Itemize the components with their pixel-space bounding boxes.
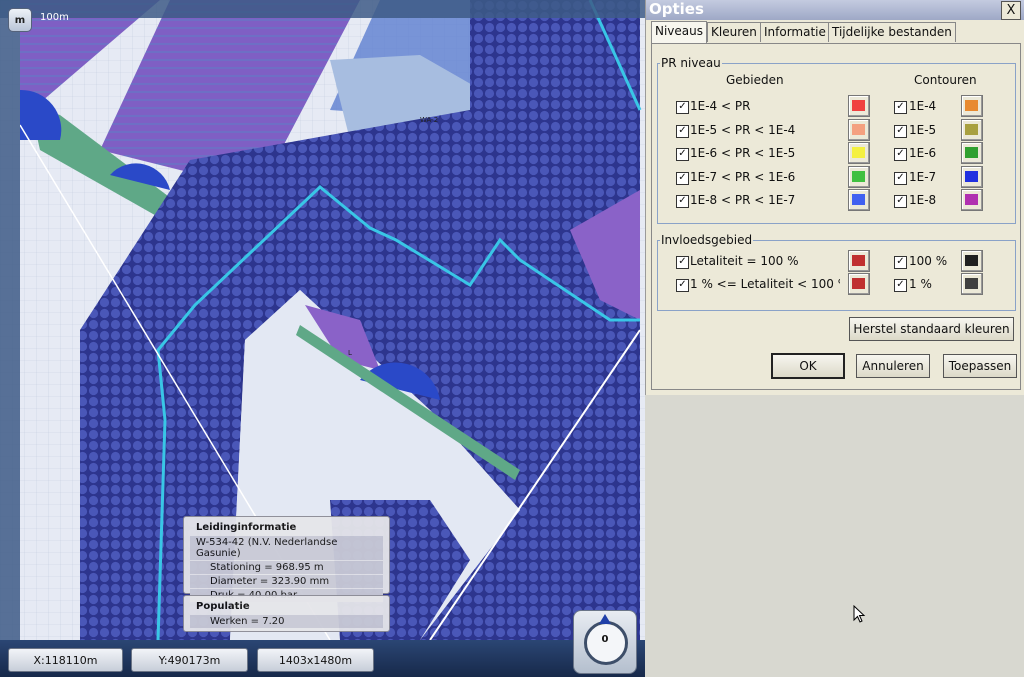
influence-area-group: Invloedsgebied	[657, 233, 1016, 311]
map-extent: 1403x1480m	[257, 648, 374, 672]
contour-checkbox[interactable]: ✓	[894, 124, 907, 138]
dialog-titlebar[interactable]: Opties X	[646, 0, 1024, 20]
area-checkbox[interactable]: ✓	[676, 256, 689, 269]
color-swatch	[965, 194, 978, 205]
pr-level-legend: PR niveau	[661, 56, 721, 70]
ok-button[interactable]: OK	[771, 353, 845, 379]
map-label: L	[348, 349, 352, 357]
pipeline-info-title: Leidinginformatie	[196, 522, 297, 533]
contour-color-button[interactable]	[961, 118, 983, 141]
pipeline-diameter: Diameter = 323.90 mm	[190, 575, 383, 588]
area-label: 1 % <= Letaliteit < 100 %	[690, 277, 840, 291]
area-color-button[interactable]	[848, 273, 870, 295]
color-swatch	[852, 123, 865, 135]
tab-informatie[interactable]: Informatie	[760, 22, 830, 42]
map-label: WA-2	[420, 116, 438, 124]
area-checkbox[interactable]: ✓	[676, 171, 689, 185]
contour-label: 1E-4	[909, 99, 937, 113]
color-swatch	[965, 170, 978, 182]
map-view[interactable]: WA-2 L m 100m Leidinginformatie W-534-42…	[0, 0, 645, 677]
mouse-cursor-icon	[853, 605, 866, 623]
tab-kleuren[interactable]: Kleuren	[707, 22, 761, 42]
color-swatch	[965, 100, 978, 111]
area-label: Letaliteit = 100 %	[690, 254, 799, 268]
contour-label: 1E-6	[909, 146, 937, 160]
pipeline-name: W-534-42 (N.V. Nederlandse Gasunie)	[190, 536, 383, 560]
top-ruler	[0, 0, 645, 18]
influence-area-legend: Invloedsgebied	[661, 233, 753, 247]
area-label: 1E-8 < PR < 1E-7	[690, 193, 796, 207]
contour-color-button[interactable]	[961, 250, 983, 272]
population-werken: Werken = 7.20	[190, 615, 383, 628]
color-swatch	[852, 147, 865, 158]
pipeline-info-panel: Leidinginformatie W-534-42 (N.V. Nederla…	[183, 516, 390, 602]
color-swatch	[852, 170, 865, 182]
area-label: 1E-7 < PR < 1E-6	[690, 169, 796, 184]
area-color-button[interactable]	[848, 95, 870, 117]
contour-checkbox[interactable]: ✓	[894, 171, 907, 185]
contour-checkbox[interactable]: ✓	[894, 256, 907, 269]
area-checkbox[interactable]: ✓	[676, 279, 689, 292]
area-checkbox[interactable]: ✓	[676, 195, 689, 208]
area-checkbox[interactable]: ✓	[676, 148, 689, 161]
area-label: 1E-6 < PR < 1E-5	[690, 146, 796, 160]
area-color-button[interactable]	[848, 250, 870, 272]
contours-header: Contouren	[914, 73, 977, 87]
color-swatch	[852, 194, 865, 205]
area-label: 1E-4 < PR	[690, 99, 751, 113]
color-swatch	[965, 147, 978, 158]
reset-colors-button[interactable]: Herstel standaard kleuren	[849, 317, 1014, 341]
contour-label: 1E-5	[909, 122, 937, 137]
area-label: 1E-5 < PR < 1E-4	[690, 122, 796, 137]
contour-label: 1E-7	[909, 169, 937, 184]
population-panel: Populatie Werken = 7.20	[183, 595, 390, 632]
area-color-button[interactable]	[848, 189, 870, 211]
color-swatch	[852, 100, 865, 111]
area-color-button[interactable]	[848, 165, 870, 188]
color-swatch	[965, 123, 978, 135]
pipeline-stationing: Stationing = 968.95 m	[190, 561, 383, 574]
contour-color-button[interactable]	[961, 273, 983, 295]
left-ruler	[0, 0, 20, 640]
contour-color-button[interactable]	[961, 95, 983, 117]
color-swatch	[965, 255, 978, 266]
tab-niveaus[interactable]: Niveaus	[651, 21, 708, 43]
contour-checkbox[interactable]: ✓	[894, 101, 907, 114]
y-coordinate: Y:490173m	[131, 648, 248, 672]
apply-button[interactable]: Toepassen	[943, 354, 1017, 378]
population-title: Populatie	[196, 601, 250, 612]
compass-value: 0	[601, 634, 609, 645]
north-arrow-icon	[599, 614, 611, 624]
options-dialog: Opties X Niveaus Kleuren Informatie Tijd…	[645, 0, 1024, 395]
tab-tijdelijke-bestanden[interactable]: Tijdelijke bestanden	[828, 22, 956, 42]
color-swatch	[852, 255, 865, 266]
contour-label: 100 %	[909, 254, 948, 268]
compass-control[interactable]: 0	[573, 610, 637, 674]
contour-color-button[interactable]	[961, 142, 983, 164]
contour-color-button[interactable]	[961, 189, 983, 211]
dialog-title: Opties	[649, 0, 704, 18]
color-swatch	[852, 278, 865, 289]
contour-label: 1E-8	[909, 193, 937, 207]
x-coordinate: X:118110m	[8, 648, 123, 672]
color-swatch	[965, 278, 978, 289]
contour-checkbox[interactable]: ✓	[894, 195, 907, 208]
areas-header: Gebieden	[726, 73, 784, 87]
area-checkbox[interactable]: ✓	[676, 124, 689, 138]
contour-color-button[interactable]	[961, 165, 983, 188]
cancel-button[interactable]: Annuleren	[856, 354, 930, 378]
close-button[interactable]: X	[1001, 1, 1021, 20]
scale-unit-button[interactable]: m	[8, 8, 32, 32]
area-checkbox[interactable]: ✓	[676, 101, 689, 114]
contour-label: 1 %	[909, 277, 932, 291]
scale-label: 100m	[40, 12, 69, 23]
area-color-button[interactable]	[848, 142, 870, 164]
tab-panel: PR niveau Gebieden Contouren ✓ 1E-4 < PR ✓…	[651, 43, 1021, 390]
area-color-button[interactable]	[848, 118, 870, 141]
contour-checkbox[interactable]: ✓	[894, 148, 907, 161]
contour-checkbox[interactable]: ✓	[894, 279, 907, 292]
